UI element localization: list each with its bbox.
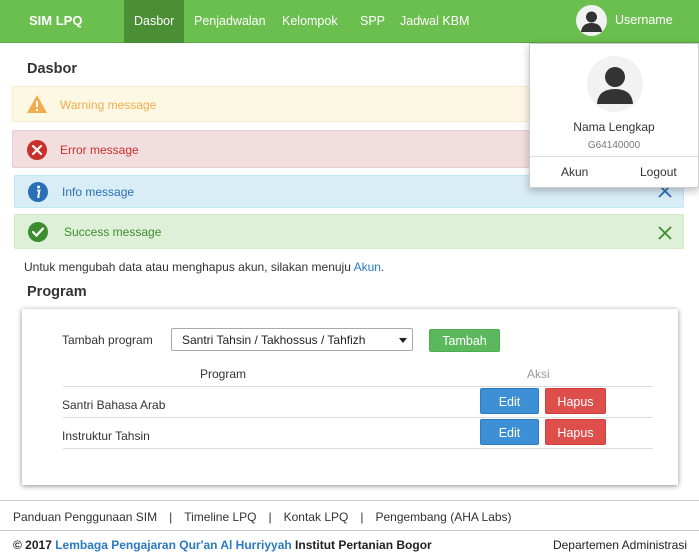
alert-error-text: Error message [60, 143, 139, 157]
footer-separator: | [268, 510, 272, 524]
program-panel: Tambah program Santri Tahsin / Takhossus… [22, 309, 678, 485]
account-menu-item[interactable]: Akun [561, 165, 588, 179]
footer-separator: | [360, 510, 364, 524]
column-header-program: Program [200, 367, 247, 381]
check-circle-icon [27, 221, 49, 246]
footer-link-timeline[interactable]: Timeline LPQ [184, 510, 256, 524]
copyright-prefix: © 2017 [13, 538, 52, 552]
error-x-circle-icon [26, 139, 48, 164]
alert-success: Success message [14, 214, 684, 249]
program-name: Instruktur Tahsin [62, 429, 150, 443]
account-note-suffix: . [380, 260, 385, 274]
user-avatar-icon [587, 56, 643, 112]
alert-success-text: Success message [64, 225, 162, 239]
footer-separator: | [169, 510, 173, 524]
copyright: © 2017 Lembaga Pengajaran Qur'an Al Hurr… [13, 538, 432, 552]
program-name: Santri Bahasa Arab [62, 398, 166, 412]
user-id: G64140000 [587, 140, 641, 151]
add-program-button[interactable]: Tambah [429, 329, 500, 352]
table-divider [63, 448, 653, 449]
user-dropdown: Nama Lengkap G64140000 Akun Logout [529, 43, 699, 188]
nav-kelompok[interactable]: Kelompok [272, 0, 348, 43]
user-full-name: Nama Lengkap [573, 120, 655, 134]
edit-button[interactable]: Edit [480, 419, 539, 445]
column-header-action: Aksi [527, 367, 550, 381]
delete-button[interactable]: Hapus [545, 419, 606, 445]
program-select[interactable]: Santri Tahsin / Takhossus / Tahfizh [171, 328, 413, 351]
footer-link-contact[interactable]: Kontak LPQ [284, 510, 349, 524]
page-title: Dasbor [27, 61, 77, 77]
nav-dasbor[interactable]: Dasbor [124, 0, 185, 43]
delete-button[interactable]: Hapus [545, 388, 606, 414]
program-section-title: Program [27, 284, 87, 300]
institution-name: Institut Pertanian Bogor [295, 538, 432, 552]
org-link[interactable]: Lembaga Pengajaran Qur'an Al Hurriyyah [55, 538, 291, 552]
nav-jadwal-kbm[interactable]: Jadwal KBM [390, 0, 479, 43]
close-x-icon[interactable] [657, 223, 673, 245]
info-circle-icon [27, 181, 49, 206]
department-name: Departemen Administrasi [552, 538, 687, 552]
footer-links: Panduan Penggunaan SIM | Timeline LPQ | Kont… [13, 510, 512, 524]
nav-spp[interactable]: SPP [350, 0, 395, 43]
footer-link-developer[interactable]: Pengembang (AHA Labs) [375, 510, 511, 524]
table-divider [63, 386, 653, 387]
edit-button[interactable]: Edit [480, 388, 539, 414]
footer-link-guide[interactable]: Panduan Penggunaan SIM [13, 510, 157, 524]
account-note: Untuk mengubah data atau menghapus akun,… [24, 260, 384, 274]
brand-logo[interactable]: SIM LPQ [29, 13, 82, 28]
logout-menu-item[interactable]: Logout [640, 165, 677, 179]
top-navbar: SIM LPQ Dasbor Penjadwalan Kelompok SPP … [0, 0, 699, 43]
add-program-label: Tambah program [62, 333, 153, 347]
nav-penjadwalan[interactable]: Penjadwalan [184, 0, 276, 43]
chevron-down-icon [399, 338, 407, 343]
warning-triangle-icon [26, 94, 48, 117]
footer-divider [0, 500, 699, 501]
alert-warning-text: Warning message [60, 98, 157, 112]
footer-divider [0, 530, 699, 531]
table-divider [63, 417, 653, 418]
account-note-text: Untuk mengubah data atau menghapus akun,… [24, 260, 351, 274]
username-label: Username [615, 13, 673, 27]
account-link[interactable]: Akun [354, 260, 381, 274]
alert-info-text: Info message [62, 185, 135, 199]
dropdown-divider [530, 156, 698, 157]
user-avatar-icon [576, 5, 607, 36]
program-select-value: Santri Tahsin / Takhossus / Tahfizh [182, 333, 366, 347]
